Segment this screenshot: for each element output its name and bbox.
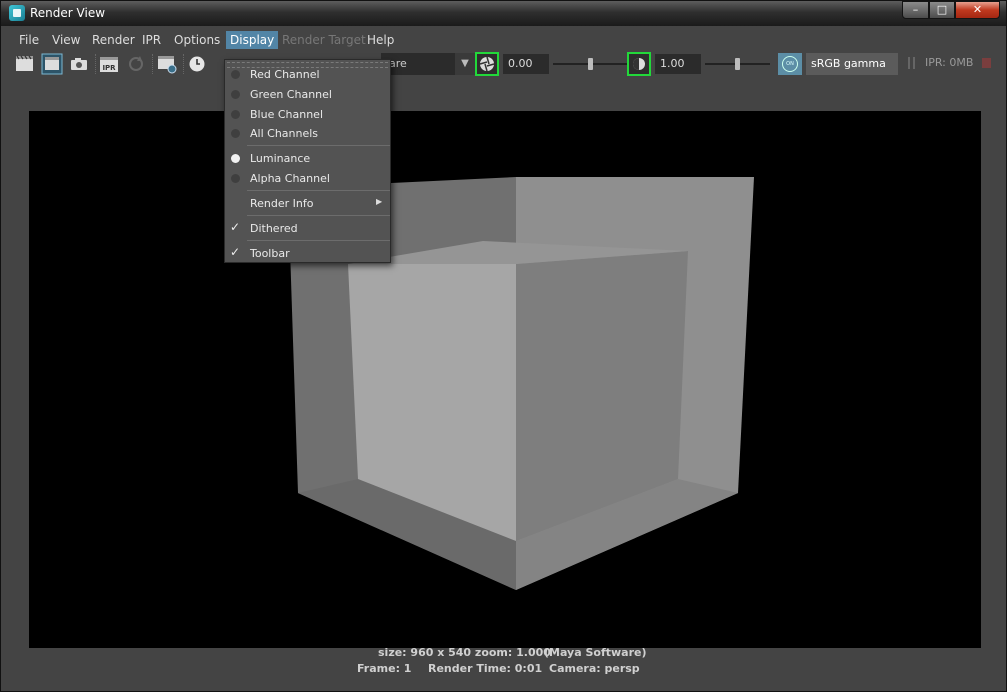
gamma-icon[interactable] (627, 52, 651, 76)
menu-item-label: Alpha Channel (250, 172, 330, 185)
chevron-down-icon[interactable]: ▼ (455, 53, 475, 75)
exposure-slider[interactable] (553, 58, 627, 70)
checkmark-icon: ✓ (230, 245, 241, 259)
display-menu-dropdown: Red Channel Green Channel Blue Channel A… (224, 59, 391, 263)
pause-ipr-icon[interactable] (908, 57, 916, 69)
toolbar-separator (95, 54, 97, 74)
menu-display[interactable]: Display (226, 31, 279, 49)
menu-item-render-info[interactable]: Render Info ▶ (225, 194, 390, 214)
menu-item-label: All Channels (250, 127, 319, 140)
render-frame-icon[interactable] (14, 53, 36, 75)
toolbar-separator (152, 54, 154, 74)
menu-item-alpha-channel[interactable]: Alpha Channel (225, 169, 390, 189)
menu-item-red-channel[interactable]: Red Channel (225, 65, 390, 85)
render-info-line-2: Frame: 1 Render Time: 0:01 Camera: persp (1, 662, 1007, 676)
menu-item-all-channels[interactable]: All Channels (225, 124, 390, 144)
radio-icon (231, 110, 240, 119)
render-view-window: Render View – □ ✕ File View Render IPR O… (0, 0, 1007, 692)
menu-item-label: Dithered (250, 222, 298, 235)
exposure-slider-handle[interactable] (588, 58, 593, 70)
window-title: Render View (30, 6, 106, 20)
radio-selected-icon (231, 154, 240, 163)
rendered-scene-image (288, 177, 754, 590)
render-preset-dropdown[interactable]: are ▼ (381, 53, 475, 75)
color-management-badge: ON (782, 56, 798, 72)
menu-item-label: Render Info (250, 197, 314, 210)
clock-icon[interactable] (186, 53, 208, 75)
renderer-label: (Maya Software) (544, 646, 647, 659)
radio-icon (231, 129, 240, 138)
toolbar: IPR are ▼ 0.00 1.00 ON sRGB gamma IPR: 0… (9, 51, 999, 77)
menu-item-blue-channel[interactable]: Blue Channel (225, 105, 390, 125)
render-sequence-icon[interactable] (156, 53, 178, 75)
menu-ipr[interactable]: IPR (138, 31, 165, 49)
svg-text:IPR: IPR (102, 64, 116, 72)
menu-item-green-channel[interactable]: Green Channel (225, 85, 390, 105)
minimize-button[interactable]: – (902, 1, 929, 19)
menu-item-label: Luminance (250, 152, 311, 165)
render-preset-value: are (389, 57, 407, 70)
render-info-line-1: size: 960 x 540 zoom: 1.000 (Maya Softwa… (1, 646, 1007, 660)
radio-icon (231, 174, 240, 183)
maya-app-icon (9, 5, 25, 21)
size-zoom-label: size: 960 x 540 zoom: 1.000 (378, 646, 551, 659)
menu-view[interactable]: View (48, 31, 84, 49)
radio-icon (231, 70, 240, 79)
menu-item-label: Red Channel (250, 68, 320, 81)
menu-render-target[interactable]: Render Target (278, 31, 370, 49)
radio-icon (231, 90, 240, 99)
colorspace-field[interactable]: sRGB gamma (806, 53, 898, 75)
gamma-slider[interactable] (705, 58, 770, 70)
menu-options[interactable]: Options (170, 31, 224, 49)
toolbar-separator (183, 54, 185, 74)
camera-label: Camera: persp (549, 662, 640, 675)
menu-item-label: Blue Channel (250, 108, 323, 121)
menu-separator (247, 240, 390, 241)
render-region-icon[interactable] (41, 53, 63, 75)
ipr-render-icon[interactable]: IPR (98, 53, 120, 75)
gamma-field[interactable]: 1.00 (655, 54, 701, 74)
color-management-toggle[interactable]: ON (778, 53, 802, 75)
stop-ipr-icon[interactable] (982, 58, 991, 68)
menu-item-label: Toolbar (250, 247, 290, 260)
close-button[interactable]: ✕ (955, 1, 1000, 19)
menu-item-dithered[interactable]: ✓ Dithered (225, 219, 390, 239)
ipr-memory-label: IPR: 0MB (925, 56, 974, 69)
menu-item-luminance[interactable]: Luminance (225, 149, 390, 169)
refresh-ipr-icon[interactable] (125, 53, 147, 75)
menu-render[interactable]: Render (88, 31, 139, 49)
menu-bar: File View Render IPR Options Display Ren… (9, 28, 999, 50)
checkmark-icon: ✓ (230, 220, 241, 234)
frame-label: Frame: 1 (357, 662, 412, 675)
maximize-button[interactable]: □ (929, 1, 955, 19)
menu-separator (247, 145, 390, 146)
render-image-viewport[interactable] (29, 111, 981, 648)
menu-separator (247, 215, 390, 216)
menu-file[interactable]: File (15, 31, 43, 49)
snapshot-icon[interactable] (68, 53, 90, 75)
menu-item-toolbar[interactable]: ✓ Toolbar (225, 244, 390, 264)
render-time-label: Render Time: 0:01 (428, 662, 543, 675)
menu-help[interactable]: Help (363, 31, 398, 49)
submenu-arrow-icon: ▶ (376, 197, 383, 206)
menu-separator (247, 190, 390, 191)
title-bar[interactable]: Render View – □ ✕ (1, 1, 1006, 26)
exposure-field[interactable]: 0.00 (503, 54, 549, 74)
menu-item-label: Green Channel (250, 88, 332, 101)
gamma-slider-handle[interactable] (735, 58, 740, 70)
exposure-icon[interactable] (475, 52, 499, 76)
